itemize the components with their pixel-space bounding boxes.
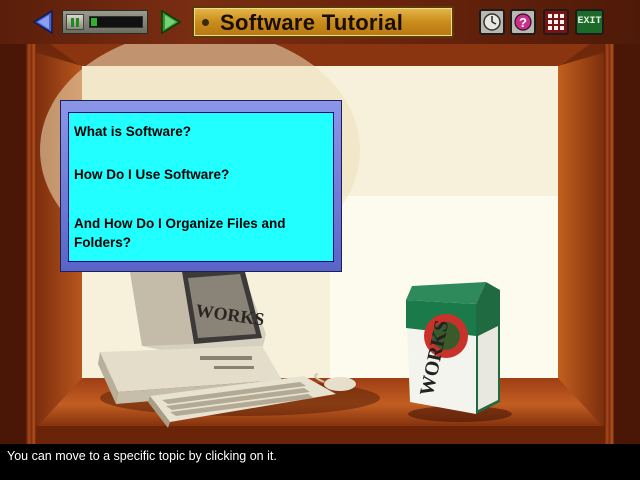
topic-panel: What is Software? How Do I Use Software?… <box>60 100 342 272</box>
topic-grid-icon <box>548 14 564 30</box>
topic-organize-files-and-folders[interactable]: And How Do I Organize Files and Folders? <box>74 214 324 252</box>
plaque-rivet <box>202 19 209 26</box>
topic-how-do-i-use-software[interactable]: How Do I Use Software? <box>74 165 229 184</box>
question-mark-icon: ? <box>514 13 532 31</box>
status-bar: You can move to a specific topic by clic… <box>0 444 640 480</box>
title-plaque: Software Tutorial <box>192 6 454 38</box>
exit-button[interactable]: EXIT <box>575 9 604 35</box>
media-controls <box>62 10 148 34</box>
svg-text:?: ? <box>519 15 527 30</box>
toolbar: Software Tutorial ? EXIT <box>0 0 640 44</box>
pause-button[interactable] <box>66 14 84 30</box>
media-progress-bar[interactable] <box>89 16 143 28</box>
topic-what-is-software[interactable]: What is Software? <box>74 122 191 141</box>
media-progress-fill <box>91 18 97 26</box>
topics-menu-button[interactable] <box>543 9 569 35</box>
tutorial-stage: WORKS WORKS What is Software? How Do I U… <box>0 0 640 444</box>
status-message: You can move to a specific topic by clic… <box>7 449 277 463</box>
page-title: Software Tutorial <box>220 10 404 35</box>
back-button[interactable] <box>32 9 54 35</box>
clock-icon <box>483 13 501 31</box>
clock-button[interactable] <box>479 9 505 35</box>
topic-list: What is Software? How Do I Use Software?… <box>68 112 334 262</box>
help-button[interactable]: ? <box>510 9 536 35</box>
forward-button[interactable] <box>160 9 182 35</box>
